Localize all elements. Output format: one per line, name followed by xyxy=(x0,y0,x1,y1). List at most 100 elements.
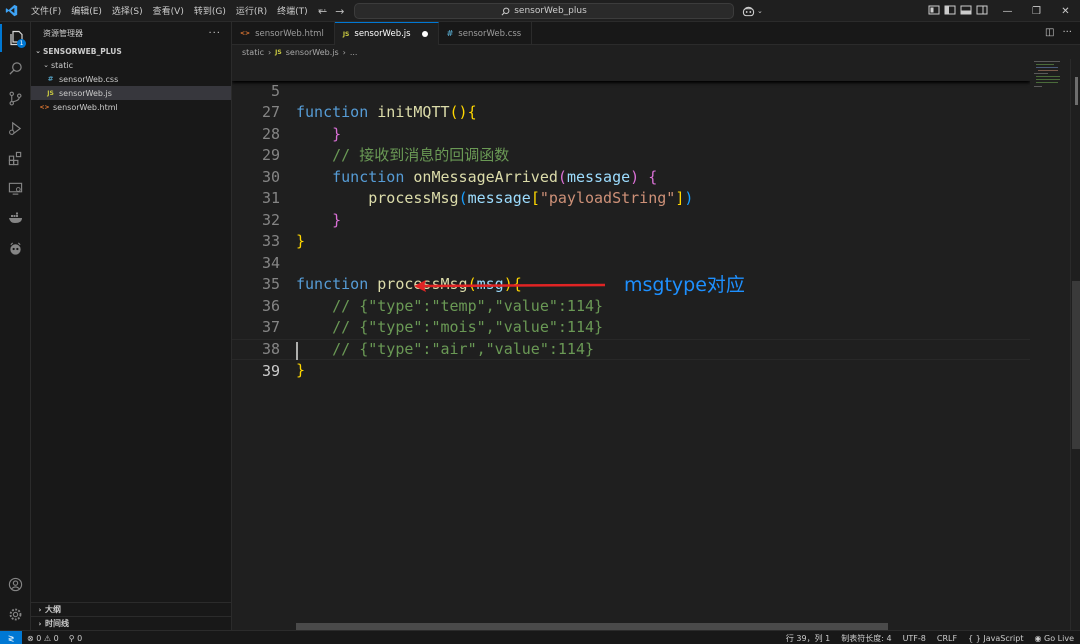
tab-actions: ◫ ··· xyxy=(1045,27,1072,38)
ports-count: 0 xyxy=(77,633,83,643)
error-icon: ⊗ xyxy=(27,633,34,643)
workspace-root-label: SENSORWEB_PLUS xyxy=(43,46,122,56)
go-live-button[interactable]: ◉ Go Live xyxy=(1034,634,1074,643)
extensions-icon xyxy=(8,151,22,165)
breadcrumb-folder[interactable]: static xyxy=(242,48,264,57)
tab-sensorweb-css[interactable]: # sensorWeb.css xyxy=(439,22,533,45)
code-row[interactable]: 34 function processMsg(msg){ xyxy=(232,231,1030,294)
activity-extensions[interactable] xyxy=(0,144,31,172)
code-row[interactable]: 32 } xyxy=(232,188,1030,251)
activity-source-control[interactable] xyxy=(0,84,31,112)
breadcrumb-symbol[interactable]: ... xyxy=(350,48,358,57)
activity-explorer[interactable]: 1 xyxy=(0,24,31,52)
warning-count: 0 xyxy=(53,633,59,643)
menu-bar: 文件(F) 编辑(E) 选择(S) 查看(V) 转到(G) 运行(R) 终端(T… xyxy=(26,4,331,18)
tree-file-js[interactable]: JS sensorWeb.js xyxy=(31,86,231,100)
error-count: 0 xyxy=(36,633,42,643)
code-editor[interactable]: 5 function initMQTT(){ 27 } 28 // 接收到消息的… xyxy=(232,59,1030,630)
source-control-icon xyxy=(9,91,22,105)
menu-selection[interactable]: 选择(S) xyxy=(107,4,148,17)
timeline-section[interactable]: › 时间线 xyxy=(31,616,232,630)
tree-file-label: sensorWeb.html xyxy=(53,102,118,112)
activity-search[interactable] xyxy=(0,54,31,82)
copilot-menu-button[interactable]: ⌄ xyxy=(742,4,763,18)
problems-indicator[interactable]: ⊗ 0 ⚠ 0 xyxy=(27,634,59,643)
tree-file-css[interactable]: # sensorWeb.css xyxy=(31,72,231,86)
tree-folder-static[interactable]: ⌄ static xyxy=(31,58,231,72)
code-row[interactable]: 31 } xyxy=(232,167,1030,229)
code-row[interactable]: 29 function onMessageArrived(message) { xyxy=(232,124,1030,186)
cursor-position[interactable]: 行 39，列 1 xyxy=(786,633,830,644)
code-row[interactable]: 27 } xyxy=(232,81,1030,143)
tab-sensorweb-js[interactable]: JS sensorWeb.js xyxy=(334,22,439,45)
activity-remote-explorer[interactable] xyxy=(0,174,31,202)
activity-accounts[interactable] xyxy=(0,570,31,598)
outline-label: 大纲 xyxy=(45,605,61,614)
layout-controls xyxy=(928,4,988,16)
menu-view[interactable]: 查看(V) xyxy=(148,4,189,17)
scrollbar-thumb[interactable] xyxy=(1072,281,1080,449)
menu-go[interactable]: 转到(G) xyxy=(189,4,231,17)
activity-copilot[interactable] xyxy=(0,234,31,262)
close-icon[interactable]: ✕ xyxy=(1051,0,1080,22)
tree-file-html[interactable]: <> sensorWeb.html xyxy=(31,100,231,114)
back-arrow-icon[interactable]: ← xyxy=(318,5,327,18)
forward-arrow-icon[interactable]: → xyxy=(335,5,344,18)
vertical-scrollbar[interactable] xyxy=(1070,59,1080,630)
more-actions-icon[interactable]: ··· xyxy=(1062,27,1072,38)
ports-indicator[interactable]: ⚲ 0 xyxy=(69,634,83,643)
vscode-logo-icon xyxy=(0,0,22,22)
split-editor-icon[interactable]: ◫ xyxy=(1045,27,1054,38)
unsaved-dot-icon[interactable] xyxy=(421,31,428,37)
status-right: 行 39，列 1 制表符长度: 4 UTF-8 CRLF { } JavaScr… xyxy=(786,631,1074,644)
text-cursor xyxy=(296,341,298,360)
encoding[interactable]: UTF-8 xyxy=(903,634,926,643)
minimize-icon[interactable]: — xyxy=(993,0,1022,22)
code-row-current[interactable]: 39 xyxy=(232,338,1030,380)
html-file-icon: <> xyxy=(240,30,251,37)
activity-docker[interactable] xyxy=(0,204,31,232)
toggle-primary-sidebar-icon[interactable] xyxy=(944,4,956,16)
activity-manage[interactable] xyxy=(0,600,31,628)
code-row[interactable]: 28 // 接收到消息的回调函数 xyxy=(232,102,1030,165)
restore-icon[interactable]: ❐ xyxy=(1022,0,1051,22)
broadcast-icon: ◉ xyxy=(1034,633,1042,643)
code-row[interactable]: 33 xyxy=(232,210,1030,250)
sticky-scroll-line[interactable]: 5 function initMQTT(){ xyxy=(232,59,1030,121)
toggle-panel-icon[interactable] xyxy=(960,4,972,16)
end-of-line[interactable]: CRLF xyxy=(937,634,957,643)
remote-explorer-icon xyxy=(8,182,23,195)
customize-layout-icon[interactable] xyxy=(928,4,940,16)
code-row[interactable]: 38 } xyxy=(232,317,1030,380)
go-live-label: Go Live xyxy=(1044,633,1074,643)
minimap[interactable] xyxy=(1030,59,1070,630)
workspace-root[interactable]: ⌄ SENSORWEB_PLUS xyxy=(31,44,231,58)
language-mode[interactable]: { } JavaScript xyxy=(968,634,1023,643)
remote-indicator-icon[interactable]: ≷ xyxy=(0,631,22,644)
tab-sensorweb-html[interactable]: <> sensorWeb.html xyxy=(232,22,335,45)
breadcrumb-file[interactable]: sensorWeb.js xyxy=(286,48,339,57)
activity-run-debug[interactable] xyxy=(0,114,31,142)
account-icon xyxy=(8,577,23,591)
menu-edit[interactable]: 编辑(E) xyxy=(66,4,107,17)
explorer-more-button[interactable]: ··· xyxy=(208,28,221,39)
search-icon xyxy=(9,61,22,75)
indentation[interactable]: 制表符长度: 4 xyxy=(841,633,891,644)
menu-run[interactable]: 运行(R) xyxy=(231,4,272,17)
status-left: ⊗ 0 ⚠ 0 ⚲ 0 xyxy=(27,631,82,644)
code-row[interactable]: 37 // {"type":"air","value":114} xyxy=(232,296,1030,358)
menu-terminal[interactable]: 终端(T) xyxy=(272,4,313,17)
outline-section[interactable]: › 大纲 xyxy=(31,602,232,616)
chevron-down-icon: ⌄ xyxy=(35,47,41,55)
chevron-right-icon: › xyxy=(342,47,346,57)
activity-bar: 1 xyxy=(0,22,31,630)
menu-file[interactable]: 文件(F) xyxy=(26,4,66,17)
copilot-icon xyxy=(10,241,21,255)
toggle-secondary-sidebar-icon[interactable] xyxy=(976,4,988,16)
html-file-icon: <> xyxy=(39,103,50,111)
code-row[interactable]: 30 processMsg(message["payloadString"]) xyxy=(232,145,1030,208)
settings-gear-icon xyxy=(9,608,22,620)
command-center-search[interactable]: sensorWeb_plus xyxy=(354,3,734,19)
copilot-icon xyxy=(742,6,755,16)
horizontal-scrollbar-thumb[interactable] xyxy=(296,623,888,630)
